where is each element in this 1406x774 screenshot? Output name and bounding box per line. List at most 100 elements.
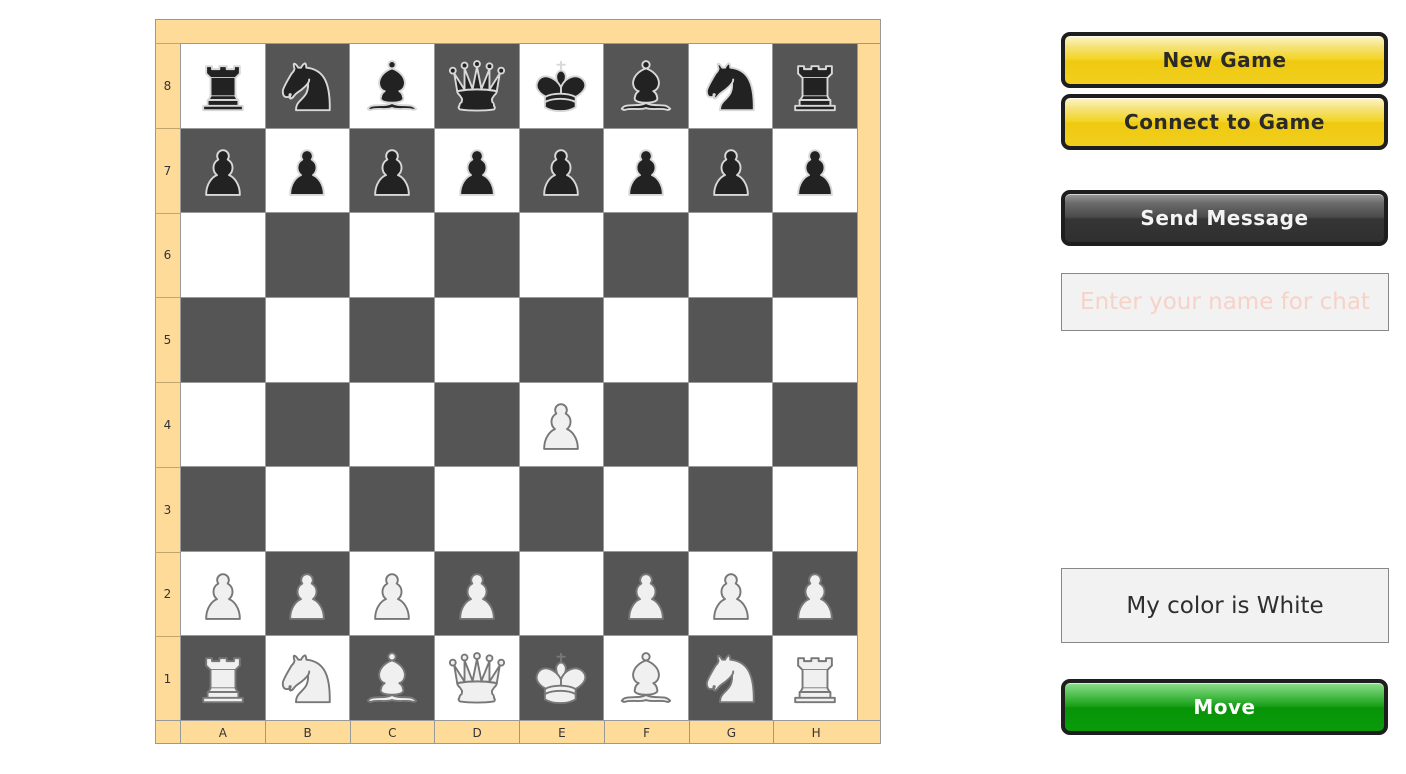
black-queen-icon[interactable] [444, 53, 510, 119]
square-b7[interactable] [265, 128, 351, 214]
square-e6[interactable] [519, 213, 605, 298]
square-f4[interactable] [604, 382, 689, 468]
square-c1[interactable] [350, 636, 435, 721]
black-rook-icon[interactable] [190, 53, 256, 119]
square-b5[interactable] [265, 297, 351, 383]
black-pawn-icon[interactable] [613, 137, 679, 203]
white-pawn-icon[interactable] [359, 561, 425, 627]
white-pawn-icon[interactable] [274, 561, 340, 627]
new-game-button[interactable]: New Game [1061, 32, 1388, 88]
square-b8[interactable] [265, 44, 351, 129]
send-message-button[interactable]: Send Message [1061, 190, 1388, 246]
square-d4[interactable] [434, 382, 520, 468]
white-bishop-icon[interactable] [359, 645, 425, 711]
black-knight-icon[interactable] [274, 53, 340, 119]
square-h4[interactable] [773, 382, 858, 468]
square-d5[interactable] [434, 297, 520, 383]
square-a5[interactable] [181, 297, 266, 383]
square-h2[interactable] [773, 551, 858, 637]
square-c6[interactable] [350, 213, 435, 298]
square-h8[interactable] [773, 44, 858, 129]
black-pawn-icon[interactable] [782, 137, 848, 203]
black-pawn-icon[interactable] [698, 137, 764, 203]
white-pawn-icon[interactable] [444, 561, 510, 627]
move-button[interactable]: Move [1061, 679, 1388, 735]
square-h3[interactable] [773, 467, 858, 552]
white-pawn-icon[interactable] [613, 561, 679, 627]
square-d6[interactable] [434, 213, 520, 298]
white-knight-icon[interactable] [274, 645, 340, 711]
white-bishop-icon[interactable] [613, 645, 679, 711]
square-e1[interactable] [519, 636, 605, 721]
square-d8[interactable] [434, 44, 520, 129]
black-pawn-icon[interactable] [444, 137, 510, 203]
square-b1[interactable] [265, 636, 351, 721]
white-king-icon[interactable] [528, 645, 594, 711]
white-pawn-icon[interactable] [782, 561, 848, 627]
connect-to-game-button[interactable]: Connect to Game [1061, 94, 1388, 150]
square-e5[interactable] [519, 297, 605, 383]
square-c7[interactable] [350, 128, 435, 214]
square-a4[interactable] [181, 382, 266, 468]
square-d1[interactable] [434, 636, 520, 721]
square-b4[interactable] [265, 382, 351, 468]
black-knight-icon[interactable] [698, 53, 764, 119]
square-c3[interactable] [350, 467, 435, 552]
square-h7[interactable] [773, 128, 858, 214]
square-e3[interactable] [519, 467, 605, 552]
square-f2[interactable] [604, 551, 689, 637]
square-g4[interactable] [688, 382, 774, 468]
square-e2[interactable] [519, 551, 605, 637]
square-g5[interactable] [688, 297, 774, 383]
square-g8[interactable] [688, 44, 774, 129]
square-f3[interactable] [604, 467, 689, 552]
square-a1[interactable] [181, 636, 266, 721]
white-rook-icon[interactable] [190, 645, 256, 711]
white-queen-icon[interactable] [444, 645, 510, 711]
square-b2[interactable] [265, 551, 351, 637]
black-king-icon[interactable] [528, 53, 594, 119]
square-a2[interactable] [181, 551, 266, 637]
square-g3[interactable] [688, 467, 774, 552]
square-c4[interactable] [350, 382, 435, 468]
square-f5[interactable] [604, 297, 689, 383]
square-c8[interactable] [350, 44, 435, 129]
white-pawn-icon[interactable] [528, 391, 594, 457]
square-c5[interactable] [350, 297, 435, 383]
black-rook-icon[interactable] [782, 53, 848, 119]
black-bishop-icon[interactable] [613, 53, 679, 119]
black-pawn-icon[interactable] [528, 137, 594, 203]
square-h6[interactable] [773, 213, 858, 298]
square-g2[interactable] [688, 551, 774, 637]
square-a6[interactable] [181, 213, 266, 298]
white-knight-icon[interactable] [698, 645, 764, 711]
square-h1[interactable] [773, 636, 858, 721]
square-e4[interactable] [519, 382, 605, 468]
square-b6[interactable] [265, 213, 351, 298]
chat-name-input[interactable] [1061, 273, 1389, 331]
square-f8[interactable] [604, 44, 689, 129]
square-b3[interactable] [265, 467, 351, 552]
square-f7[interactable] [604, 128, 689, 214]
black-pawn-icon[interactable] [274, 137, 340, 203]
white-rook-icon[interactable] [782, 645, 848, 711]
square-a3[interactable] [181, 467, 266, 552]
square-g1[interactable] [688, 636, 774, 721]
square-f6[interactable] [604, 213, 689, 298]
square-h5[interactable] [773, 297, 858, 383]
square-a7[interactable] [181, 128, 266, 214]
square-d2[interactable] [434, 551, 520, 637]
black-pawn-icon[interactable] [190, 137, 256, 203]
square-e7[interactable] [519, 128, 605, 214]
white-pawn-icon[interactable] [190, 561, 256, 627]
square-f1[interactable] [604, 636, 689, 721]
square-d7[interactable] [434, 128, 520, 214]
square-g7[interactable] [688, 128, 774, 214]
square-d3[interactable] [434, 467, 520, 552]
black-bishop-icon[interactable] [359, 53, 425, 119]
black-pawn-icon[interactable] [359, 137, 425, 203]
square-a8[interactable] [181, 44, 266, 129]
square-e8[interactable] [519, 44, 605, 129]
square-c2[interactable] [350, 551, 435, 637]
square-g6[interactable] [688, 213, 774, 298]
